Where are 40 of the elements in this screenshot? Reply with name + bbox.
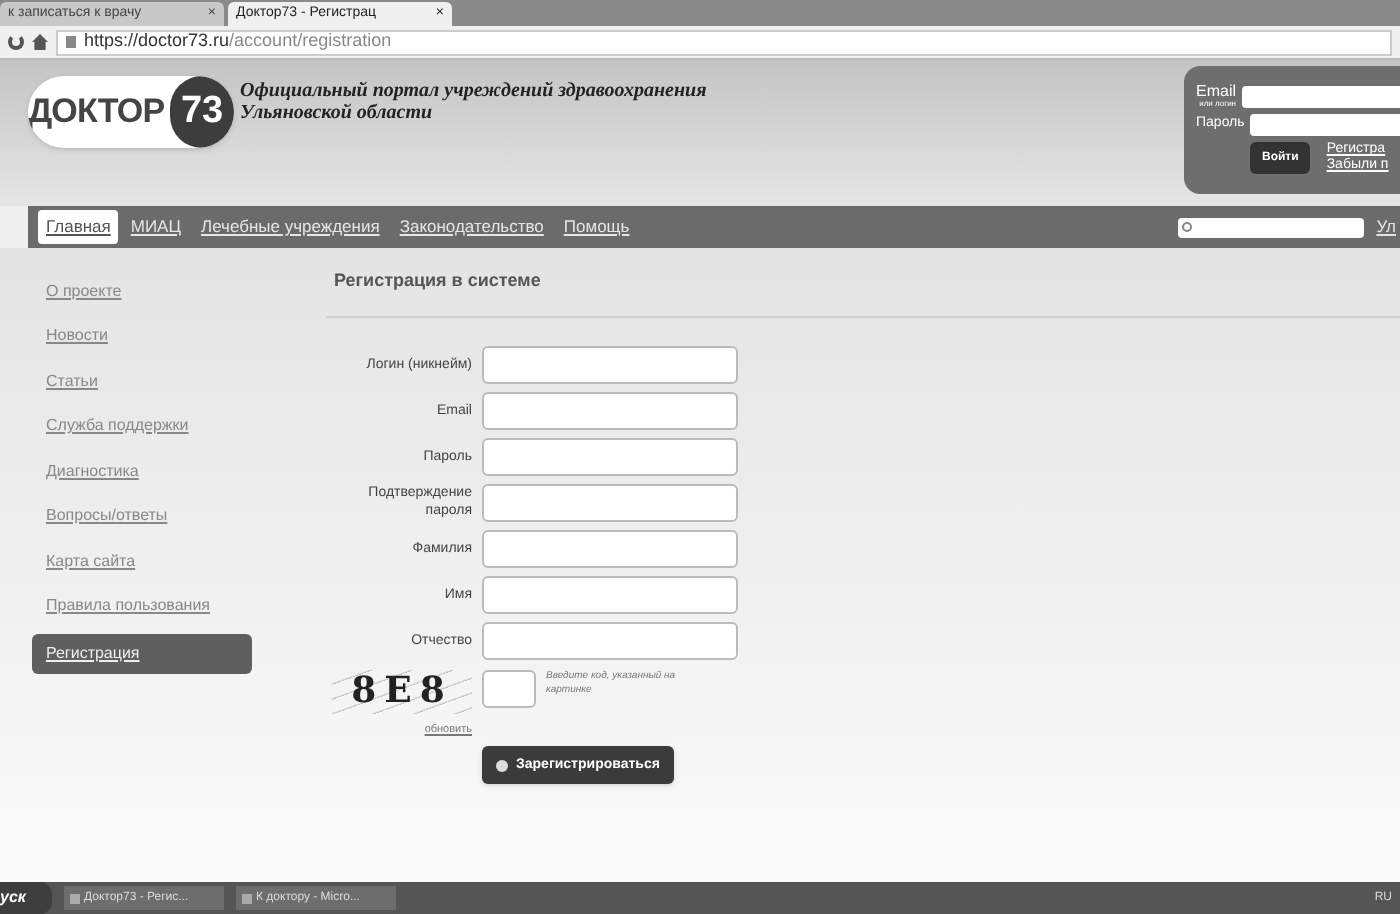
captcha-field[interactable] [482,669,536,707]
nav-link[interactable]: Главная [38,210,119,244]
captcha-image: 8E8 [332,669,472,713]
sidebar-item[interactable]: Правила пользования [32,589,252,623]
input-field[interactable] [482,529,738,568]
sidebar-item[interactable]: Диагностика [32,454,252,488]
search-field[interactable] [1178,217,1365,237]
sidebar-item[interactable]: Новости [32,319,252,353]
nav-link[interactable]: Лечебные учреждения [193,210,388,244]
home-icon[interactable] [32,34,48,50]
logo[interactable]: ДОКТОР 73 [28,76,234,148]
nav-link[interactable]: Ул [1376,214,1396,240]
sidebar-item[interactable]: Вопросы/ответы [32,499,252,533]
portal-title: Официальный портал учреждений здравоохранения [240,80,707,102]
address-bar[interactable]: https://doctor73.ru/account/registration [56,29,1392,55]
nav-link[interactable]: Помощь [555,210,638,244]
input-field[interactable] [482,391,738,430]
nav-link[interactable]: МИАЦ [122,210,190,244]
sidebar-item[interactable]: Карта сайта [32,544,252,578]
url-text: https://doctor73.ru/account/registration [84,28,392,55]
input-field[interactable] [482,345,738,384]
logo-number: 73 [170,76,234,148]
window-icon [70,893,80,903]
input-field[interactable] [482,483,738,522]
sidebar-item[interactable]: О проекте [32,274,252,308]
reload-icon[interactable] [8,34,24,50]
input-field[interactable] [482,437,738,476]
start-button[interactable]: уск [0,882,52,914]
portal-subtitle: Ульяновской области [240,102,435,124]
sidebar-item[interactable]: Статьи [32,364,252,398]
search-icon [1182,222,1193,232]
sidebar-item[interactable]: Служба поддержки [32,409,252,443]
form-title: Регистрация в системе [326,268,1400,317]
nav-link[interactable]: Законодательство [391,210,552,244]
logo-word: ДОКТОР [28,90,167,135]
sidebar-item[interactable]: Регистрация [32,634,252,674]
window-icon [242,893,252,903]
email-label: Email [1196,84,1237,100]
input-field[interactable] [482,575,738,614]
input-field[interactable] [482,621,738,660]
